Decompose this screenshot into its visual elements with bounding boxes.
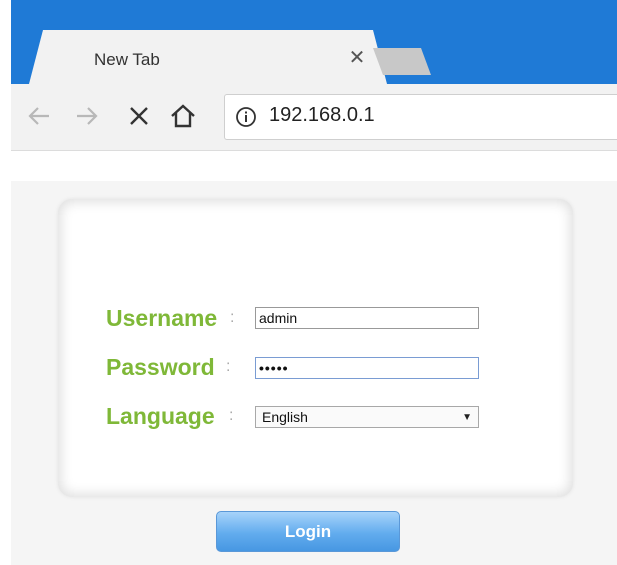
address-text: 192.168.0.1 [269, 104, 375, 126]
browser-toolbar: 192.168.0.1 [11, 84, 617, 151]
language-select[interactable]: English ▼ [255, 406, 479, 428]
tab-title: New Tab [94, 50, 160, 69]
username-label: Username [106, 305, 218, 331]
language-selected-value: English [262, 409, 308, 425]
back-arrow-icon[interactable] [25, 102, 53, 130]
password-input[interactable]: ••••• [255, 357, 479, 379]
username-colon: : [230, 309, 235, 326]
login-panel [58, 199, 573, 497]
username-input[interactable]: admin [255, 307, 479, 329]
forward-arrow-icon[interactable] [73, 102, 101, 130]
info-icon[interactable] [235, 106, 257, 128]
stop-icon[interactable] [125, 102, 153, 130]
login-button[interactable]: Login [216, 511, 400, 552]
language-label: Language [106, 403, 215, 429]
address-bar[interactable]: 192.168.0.1 [224, 94, 617, 140]
new-tab-button[interactable] [373, 48, 431, 75]
tab-strip: New Tab ✕ [11, 0, 617, 84]
language-colon: : [229, 407, 234, 424]
close-icon[interactable]: ✕ [347, 48, 367, 68]
password-colon: : [226, 358, 231, 375]
home-icon[interactable] [169, 102, 197, 130]
password-label: Password [106, 354, 215, 380]
chevron-down-icon: ▼ [462, 412, 472, 423]
tab-new-tab[interactable]: New Tab ✕ [29, 30, 387, 84]
